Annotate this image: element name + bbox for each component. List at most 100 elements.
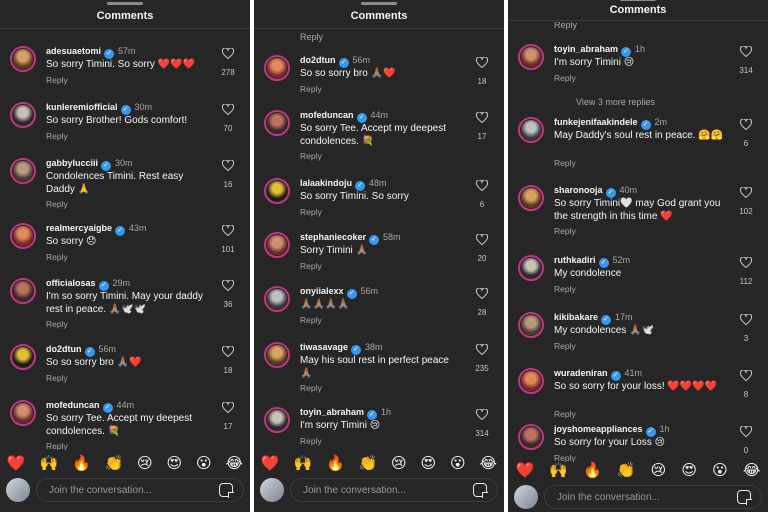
username[interactable]: kunleremiofficial ✓ 30m	[46, 102, 152, 115]
drag-handle[interactable]	[107, 2, 143, 5]
like-heart-icon[interactable]	[472, 57, 492, 68]
username-text[interactable]: onyiialexx	[300, 286, 344, 296]
username-text[interactable]: lalaakindoju	[300, 178, 352, 188]
avatar[interactable]	[10, 400, 36, 426]
username-text[interactable]: sharonooja	[554, 185, 603, 195]
username-text[interactable]: stephaniecoker	[300, 232, 366, 242]
emoji-reaction-button[interactable]: 🔥	[326, 454, 345, 472]
username[interactable]: toyin_abraham ✓ 1h	[300, 407, 391, 420]
emoji-reaction-button[interactable]: 🙌	[39, 454, 58, 472]
reply-button[interactable]: Reply	[554, 22, 577, 30]
like-heart-icon[interactable]	[472, 409, 492, 420]
username[interactable]: onyiialexx ✓ 56m	[300, 286, 378, 299]
avatar[interactable]	[10, 223, 36, 249]
emoji-reaction-button[interactable]: ❤️	[516, 461, 535, 479]
sticker-icon[interactable]	[737, 490, 752, 505]
like-heart-icon[interactable]	[218, 346, 238, 357]
emoji-reaction-button[interactable]: 😢	[137, 454, 153, 472]
emoji-reaction-button[interactable]: 😍	[681, 461, 697, 479]
avatar[interactable]	[264, 232, 290, 258]
comment-list[interactable]: Reply do2dtun ✓ 56m So so sorry bro 🙏🏽❤️ Repl…	[254, 30, 504, 450]
avatar[interactable]	[264, 286, 290, 312]
sticker-icon[interactable]	[219, 483, 234, 498]
avatar[interactable]	[518, 312, 544, 338]
like-heart-icon[interactable]	[218, 48, 238, 59]
username-text[interactable]: do2dtun	[300, 55, 336, 65]
username[interactable]: toyin_abraham ✓ 1h	[554, 44, 645, 57]
reply-button[interactable]: Reply	[554, 73, 576, 83]
comment-input[interactable]: Join the conversation...	[544, 485, 762, 509]
username[interactable]: lalaakindoju ✓ 48m	[300, 178, 387, 191]
like-heart-icon[interactable]	[472, 234, 492, 245]
reply-button[interactable]: Reply	[46, 252, 68, 262]
username-text[interactable]: toyin_abraham	[554, 44, 618, 54]
username[interactable]: sharonooja ✓ 40m	[554, 185, 637, 198]
reply-button[interactable]: Reply	[300, 315, 322, 325]
like-heart-icon[interactable]	[218, 225, 238, 236]
emoji-reaction-button[interactable]: 😮	[712, 461, 728, 479]
username-text[interactable]: do2dtun	[46, 344, 82, 354]
emoji-reaction-button[interactable]: 😂	[743, 461, 761, 479]
view-more-replies-button[interactable]: View 3 more replies	[576, 97, 655, 107]
username-text[interactable]: toyin_abraham	[300, 407, 364, 417]
avatar[interactable]	[264, 55, 290, 81]
username-text[interactable]: realmercyaigbe	[46, 223, 112, 233]
username[interactable]: do2dtun ✓ 56m	[300, 55, 370, 68]
emoji-reaction-button[interactable]: 👏	[359, 454, 378, 472]
drag-handle[interactable]	[620, 0, 656, 1]
like-heart-icon[interactable]	[472, 288, 492, 299]
username[interactable]: tiwasavage ✓ 38m	[300, 342, 383, 355]
username-text[interactable]: joyshomeappliances	[554, 424, 643, 434]
username[interactable]: kikibakare ✓ 17m	[554, 312, 633, 325]
avatar[interactable]	[10, 344, 36, 370]
like-heart-icon[interactable]	[472, 112, 492, 123]
username[interactable]: mofeduncan ✓ 44m	[46, 400, 134, 413]
username[interactable]: mofeduncan ✓ 44m	[300, 110, 388, 123]
emoji-reaction-button[interactable]: 😮	[196, 454, 212, 472]
reply-button[interactable]: Reply	[46, 373, 68, 383]
avatar[interactable]	[518, 255, 544, 281]
reply-button[interactable]: Reply	[300, 84, 322, 94]
emoji-reaction-button[interactable]: 😢	[391, 454, 407, 472]
like-heart-icon[interactable]	[218, 280, 238, 291]
avatar[interactable]	[518, 117, 544, 143]
reply-button[interactable]: Reply	[46, 131, 68, 141]
reply-button[interactable]: Reply	[554, 158, 576, 168]
username[interactable]: adesuaetomi ✓ 57m	[46, 46, 136, 59]
emoji-reaction-button[interactable]: 😂	[226, 454, 244, 472]
emoji-reaction-button[interactable]: 👏	[105, 454, 124, 472]
emoji-reaction-button[interactable]: 🔥	[72, 454, 91, 472]
reply-button[interactable]: Reply	[300, 207, 322, 217]
like-heart-icon[interactable]	[218, 104, 238, 115]
comment-list[interactable]: adesuaetomi ✓ 57m So sorry Timini. So sorry…	[0, 30, 250, 450]
reply-button[interactable]: Reply	[300, 383, 322, 393]
drag-handle[interactable]	[361, 2, 397, 5]
emoji-reaction-button[interactable]: 😍	[167, 454, 183, 472]
like-heart-icon[interactable]	[736, 426, 756, 437]
username-text[interactable]: kikibakare	[554, 312, 598, 322]
avatar[interactable]	[10, 46, 36, 72]
avatar[interactable]	[264, 110, 290, 136]
username[interactable]: gabbylucciii ✓ 30m	[46, 158, 133, 171]
emoji-reaction-button[interactable]: 🙌	[549, 461, 568, 479]
username-text[interactable]: kunleremiofficial	[46, 102, 118, 112]
sticker-icon[interactable]	[473, 483, 488, 498]
username[interactable]: wuradeniran ✓ 41m	[554, 368, 642, 381]
reply-button[interactable]: Reply	[554, 284, 576, 294]
comment-input[interactable]: Join the conversation...	[36, 478, 244, 502]
emoji-reaction-button[interactable]: 😂	[480, 454, 498, 472]
like-heart-icon[interactable]	[736, 46, 756, 57]
emoji-reaction-button[interactable]: 👏	[617, 461, 636, 479]
reply-button[interactable]: Reply	[46, 75, 68, 85]
avatar[interactable]	[10, 102, 36, 128]
username[interactable]: officialosas ✓ 29m	[46, 278, 130, 291]
like-heart-icon[interactable]	[736, 187, 756, 198]
username-text[interactable]: funkejenifaakindele	[554, 117, 638, 127]
username[interactable]: funkejenifaakindele ✓ 2m	[554, 117, 667, 130]
reply-button[interactable]: Reply	[554, 341, 576, 351]
like-heart-icon[interactable]	[218, 160, 238, 171]
username[interactable]: do2dtun ✓ 56m	[46, 344, 116, 357]
username[interactable]: joyshomeappliances ✓ 1h	[554, 424, 670, 437]
emoji-reaction-button[interactable]: 😢	[651, 461, 667, 479]
emoji-reaction-button[interactable]: 🔥	[583, 461, 602, 479]
